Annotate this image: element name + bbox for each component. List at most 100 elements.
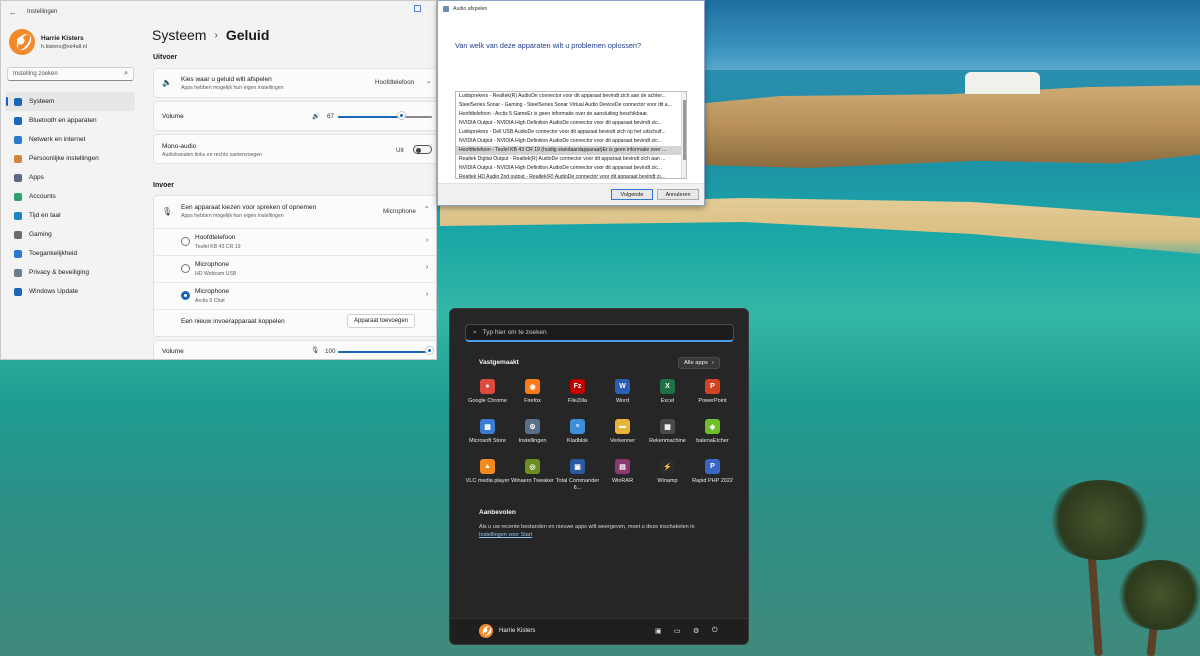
folder-icon[interactable]: ▭ bbox=[674, 627, 681, 635]
maximize-button[interactable] bbox=[414, 5, 421, 12]
input-device-value: Microphone bbox=[383, 208, 416, 215]
output-choose-title: Kies waar u geluid wilt afspelen bbox=[181, 76, 272, 83]
audio-device-row[interactable]: Hoofdtelefoon - Arctis 5 GameEr is geen … bbox=[456, 110, 686, 119]
audio-device-row[interactable]: NVIDIA Output - NVIDIA High Definition A… bbox=[456, 164, 686, 173]
settings-nav: Systeem Bluetooth en apparaten Netwerk en … bbox=[5, 92, 135, 301]
pinned-app-label: balenaEtcher bbox=[696, 438, 729, 444]
input-device-detail: HD Webcam USB bbox=[195, 271, 237, 277]
next-button[interactable]: Volgende bbox=[611, 189, 653, 200]
input-device-option[interactable]: Microphone HD Webcam USB › bbox=[154, 255, 436, 282]
documents-icon[interactable]: ▣ bbox=[655, 627, 662, 635]
chevron-right-icon: › bbox=[711, 360, 714, 366]
calculator-icon: ▦ bbox=[660, 419, 675, 434]
all-apps-button[interactable]: Alle apps › bbox=[678, 357, 720, 369]
vlc-icon: ▲ bbox=[480, 459, 495, 474]
settings-window: ← Instellingen Harrie Kisters h.kisters@… bbox=[0, 0, 437, 360]
pinned-app[interactable]: ◉ Firefox bbox=[510, 377, 555, 417]
sidebar-item[interactable]: Systeem bbox=[5, 92, 135, 111]
breadcrumb-parent[interactable]: Systeem bbox=[152, 27, 206, 43]
pinned-app[interactable]: ◆ balenaEtcher bbox=[690, 417, 735, 457]
power-icon[interactable]: ⏻ bbox=[712, 627, 718, 635]
audio-device-row[interactable]: SteelSeries Sonar - Gaming - SteelSeries… bbox=[456, 101, 686, 110]
sidebar-item-label: Bluetooth en apparaten bbox=[29, 117, 97, 124]
audio-device-list[interactable]: Luidsprekers - Realtek(R) AudioDe connec… bbox=[455, 91, 687, 179]
sidebar-item[interactable]: Netwerk en internet bbox=[5, 130, 135, 149]
start-search-input[interactable]: ⌕ Typ hier om te zoeken bbox=[465, 324, 734, 342]
audio-device-row[interactable]: Realtek Digital Output - Realtek(R) Audi… bbox=[456, 155, 686, 164]
recommended-text: Als u uw recente bestanden en nieuwe app… bbox=[479, 524, 695, 530]
radio-button[interactable] bbox=[181, 264, 190, 273]
user-profile[interactable]: Harrie Kisters h.kisters@xs4all.nl bbox=[9, 29, 87, 55]
sidebar-item[interactable]: Apps bbox=[5, 168, 135, 187]
all-apps-label: Alle apps bbox=[684, 360, 708, 366]
output-device-card[interactable]: 🔈 Kies waar u geluid wilt afspelen Apps … bbox=[153, 68, 436, 98]
microphone-icon: 🎙 bbox=[162, 207, 173, 216]
pinned-app[interactable]: ⚙ Instellingen bbox=[510, 417, 555, 457]
pinned-app[interactable]: ▦ Microsoft Store bbox=[465, 417, 510, 457]
pinned-app[interactable]: P PowerPoint bbox=[690, 377, 735, 417]
start-settings-link[interactable]: Instellingen voor Start bbox=[479, 532, 532, 538]
pinned-app-label: FileZilla bbox=[568, 398, 587, 404]
sidebar-item[interactable]: Bluetooth en apparaten bbox=[5, 111, 135, 130]
pinned-app[interactable]: ▲ VLC media player bbox=[465, 457, 510, 497]
sidebar-item[interactable]: Gaming bbox=[5, 225, 135, 244]
list-scrollbar[interactable] bbox=[681, 92, 686, 178]
wallpaper-building bbox=[965, 72, 1040, 94]
cancel-button[interactable]: Annuleren bbox=[657, 189, 699, 200]
pinned-app[interactable]: ⚡ Winamp bbox=[645, 457, 690, 497]
mono-audio-toggle[interactable] bbox=[413, 145, 432, 154]
input-device-option[interactable]: Microphone Arctis 5 Chat › bbox=[154, 282, 436, 309]
sidebar-item[interactable]: Tijd en taal bbox=[5, 206, 135, 225]
pinned-app[interactable]: ▤ WinRAR bbox=[600, 457, 645, 497]
output-volume-value: 67 bbox=[327, 113, 335, 120]
sidebar-item[interactable]: Accounts bbox=[5, 187, 135, 206]
sidebar-item-label: Apps bbox=[29, 174, 44, 181]
pinned-app[interactable]: Fz FileZilla bbox=[555, 377, 600, 417]
start-footer: Harrie Kisters ▣ ▭ ⚙ ⏻ bbox=[450, 618, 748, 644]
sidebar-item[interactable]: Toegankelijkheid bbox=[5, 244, 135, 263]
powerpoint-icon: P bbox=[705, 379, 720, 394]
radio-button[interactable] bbox=[181, 291, 190, 300]
back-arrow-icon[interactable]: ← bbox=[9, 8, 17, 17]
audio-device-row[interactable]: Luidsprekers - Realtek(R) AudioDe connec… bbox=[456, 92, 686, 101]
pinned-app[interactable]: ◎ Winaero Tweaker bbox=[510, 457, 555, 497]
input-device-option[interactable]: Hoofdtelefoon Teufel KB 43 CR 19 › bbox=[154, 228, 436, 255]
input-volume-value: 100 bbox=[325, 348, 336, 355]
chevron-down-icon[interactable]: ⌄ bbox=[426, 78, 431, 85]
audio-device-row[interactable]: Realtek HD Audio 2nd output - Realtek(R)… bbox=[456, 173, 686, 178]
output-volume-thumb[interactable] bbox=[398, 112, 405, 119]
filezilla-icon: Fz bbox=[570, 379, 585, 394]
volume-microphone-icon[interactable]: 🎙 bbox=[311, 346, 319, 354]
sidebar-item-label: Accounts bbox=[29, 193, 56, 200]
pinned-app-label: Total Commander 6... bbox=[555, 478, 600, 491]
settings-search-input[interactable]: Instelling zoeken ⌕ bbox=[7, 67, 134, 81]
gear-icon[interactable]: ⚙ bbox=[693, 627, 699, 635]
volume-speaker-icon[interactable]: 🔊 bbox=[312, 112, 320, 120]
chevron-right-icon[interactable]: › bbox=[426, 291, 428, 298]
pinned-app[interactable]: ▬ Verkenner bbox=[600, 417, 645, 457]
pinned-app[interactable]: ≡ Kladblok bbox=[555, 417, 600, 457]
mono-audio-sub: Audiokanalen links en rechts samenvoegen bbox=[162, 152, 263, 158]
radio-button[interactable] bbox=[181, 237, 190, 246]
audio-device-row[interactable]: NVIDIA Output - NVIDIA High Definition A… bbox=[456, 137, 686, 146]
sidebar-item[interactable]: Windows Update bbox=[5, 282, 135, 301]
output-volume-card: Volume 🔊 67 bbox=[153, 101, 436, 131]
scrollbar-thumb[interactable] bbox=[683, 100, 686, 160]
pinned-app[interactable]: W Word bbox=[600, 377, 645, 417]
audio-device-row[interactable]: Luidsprekers - Dell USB AudioDe connecto… bbox=[456, 128, 686, 137]
audio-device-row[interactable]: Hoofdtelefoon - Teufel KB 43 CR 19 (huid… bbox=[456, 146, 686, 155]
start-user-button[interactable]: Harrie Kisters bbox=[479, 624, 535, 638]
sidebar-item[interactable]: Persoonlijke instellingen bbox=[5, 149, 135, 168]
pinned-app[interactable]: ● Google Chrome bbox=[465, 377, 510, 417]
add-device-button[interactable]: Apparaat toevoegen bbox=[347, 314, 416, 328]
sidebar-item[interactable]: Privacy & beveiliging bbox=[5, 263, 135, 282]
pinned-app[interactable]: ▦ Rekenmachine bbox=[645, 417, 690, 457]
input-volume-thumb[interactable] bbox=[426, 347, 433, 354]
chevron-up-icon[interactable]: ⌃ bbox=[424, 206, 429, 213]
chevron-right-icon[interactable]: › bbox=[426, 237, 428, 244]
pinned-app[interactable]: P Rapid PHP 2022 bbox=[690, 457, 735, 497]
pinned-app[interactable]: ▣ Total Commander 6... bbox=[555, 457, 600, 497]
audio-device-row[interactable]: NVIDIA Output - NVIDIA High Definition A… bbox=[456, 119, 686, 128]
pinned-app[interactable]: X Excel bbox=[645, 377, 690, 417]
chevron-right-icon[interactable]: › bbox=[426, 264, 428, 271]
